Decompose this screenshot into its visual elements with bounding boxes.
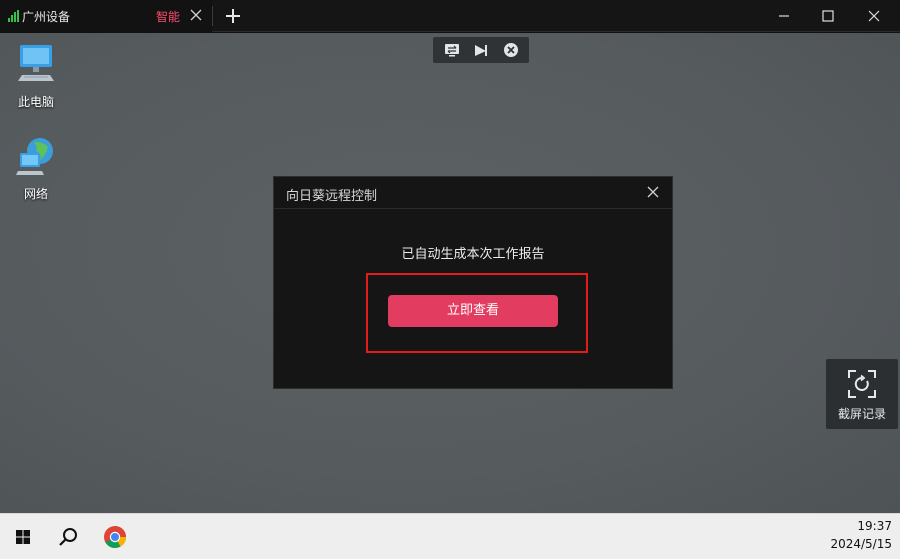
remote-toolbar — [433, 37, 529, 63]
minimize-icon — [779, 15, 789, 17]
network-globe-icon — [16, 138, 53, 175]
signal-strength-icon — [8, 10, 19, 22]
screenshot-icon — [848, 370, 876, 398]
dialog-divider — [274, 208, 672, 209]
chrome-browser-icon[interactable] — [100, 522, 130, 552]
windows-start-icon[interactable] — [8, 522, 38, 552]
title-bar: 广州设备 智能 — [0, 0, 900, 32]
computer-icon — [18, 45, 54, 81]
taskbar-clock[interactable]: 19:37 2024/5/15 — [830, 517, 892, 553]
maximize-icon — [822, 10, 834, 22]
disconnect-icon[interactable] — [502, 41, 520, 59]
taskbar: 19:37 2024/5/15 — [0, 513, 900, 559]
remote-desktop[interactable]: 此电脑 网络 向日葵远程控制 已自动生成本次工作报告 立即查看 截屏记录 — [0, 33, 900, 513]
desktop-icon-this-pc[interactable]: 此电脑 — [6, 41, 66, 110]
switch-screen-icon[interactable] — [443, 41, 461, 59]
view-now-button[interactable]: 立即查看 — [388, 295, 558, 327]
tab-title: 广州设备 — [22, 10, 71, 24]
desktop-icon-label: 此电脑 — [17, 95, 54, 109]
new-tab-plus-icon[interactable] — [224, 7, 242, 25]
tab-remote-device[interactable]: 广州设备 智能 — [0, 0, 212, 32]
close-window-button[interactable] — [852, 0, 896, 32]
close-icon — [868, 10, 880, 22]
close-icon[interactable] — [190, 9, 202, 21]
search-icon[interactable] — [53, 522, 83, 552]
tab-tag-label: 智能 — [156, 10, 181, 24]
cursor-mode-icon[interactable] — [472, 41, 490, 59]
clock-date: 2024/5/15 — [830, 537, 892, 551]
close-icon[interactable] — [646, 185, 660, 199]
report-dialog: 向日葵远程控制 已自动生成本次工作报告 立即查看 — [273, 176, 673, 389]
tab-divider — [212, 6, 213, 26]
screenshot-record-button[interactable]: 截屏记录 — [826, 359, 898, 429]
dialog-message: 已自动生成本次工作报告 — [401, 247, 545, 262]
clock-time: 19:37 — [857, 519, 892, 533]
dialog-title: 向日葵远程控制 — [286, 189, 378, 204]
minimize-button[interactable] — [762, 0, 806, 32]
capture-label: 截屏记录 — [837, 407, 886, 421]
desktop-icon-network[interactable]: 网络 — [6, 133, 66, 202]
maximize-button[interactable] — [806, 0, 850, 32]
desktop-icon-label: 网络 — [23, 187, 48, 201]
